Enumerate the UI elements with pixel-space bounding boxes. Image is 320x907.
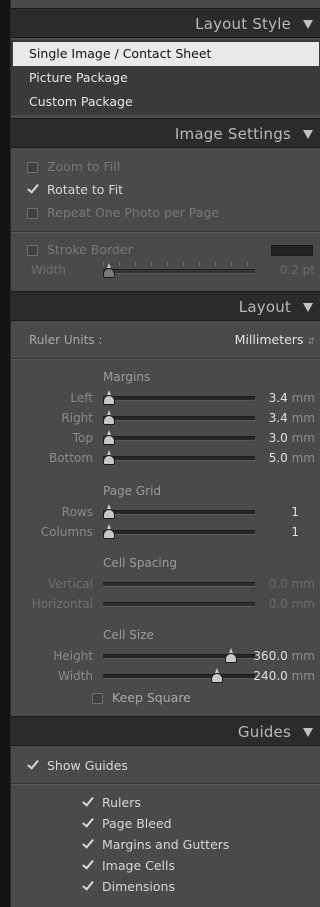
- checkbox-empty-icon[interactable]: [27, 162, 38, 173]
- divider: [11, 232, 320, 233]
- columns-slider-track[interactable]: [103, 530, 255, 535]
- guide-dimensions-label: Dimensions: [102, 879, 175, 894]
- rows-label: Rows: [61, 505, 93, 519]
- cell-size-heading: Cell Size: [103, 628, 154, 642]
- stroke-width-label: Width: [31, 263, 66, 277]
- keep-square-label: Keep Square: [112, 690, 191, 705]
- repeat-one-photo-label: Repeat One Photo per Page: [47, 205, 220, 220]
- cell-height-label: Height: [53, 649, 93, 663]
- margin-top-value[interactable]: 3.0 mm: [259, 430, 315, 446]
- margin-right-slider-track[interactable]: [103, 416, 255, 421]
- margin-left-value[interactable]: 3.4 mm: [259, 390, 315, 406]
- checkmark-icon[interactable]: [82, 858, 94, 870]
- collapse-triangle-icon[interactable]: [303, 20, 313, 29]
- collapse-triangle-icon[interactable]: [303, 728, 313, 737]
- divider: [11, 359, 320, 360]
- rows-value[interactable]: 1: [259, 504, 299, 520]
- margin-left-label: Left: [70, 391, 93, 405]
- image-settings-title: Image Settings: [174, 125, 291, 143]
- collapse-triangle-icon[interactable]: [303, 130, 313, 139]
- vertical-spacing-label: Vertical: [48, 577, 93, 591]
- checkmark-icon[interactable]: [27, 758, 39, 770]
- columns-slider-thumb[interactable]: [103, 524, 115, 539]
- guide-rulers-label: Rulers: [102, 795, 141, 810]
- margin-left-slider-thumb[interactable]: [103, 390, 115, 405]
- vertical-spacing-slider-track[interactable]: [103, 582, 255, 587]
- checkbox-empty-icon[interactable]: [27, 208, 38, 219]
- cell-width-slider-thumb[interactable]: [211, 668, 223, 683]
- divider: [11, 784, 320, 785]
- margin-left-slider-track[interactable]: [103, 396, 255, 401]
- page-grid-heading: Page Grid: [103, 484, 162, 498]
- cell-height-slider-thumb[interactable]: [225, 648, 237, 663]
- rows-slider-track[interactable]: [103, 510, 255, 515]
- checkmark-icon[interactable]: [27, 182, 39, 194]
- columns-value[interactable]: 1: [259, 524, 299, 540]
- checkmark-icon[interactable]: [82, 816, 94, 828]
- stroke-color-swatch[interactable]: [271, 245, 313, 256]
- stroke-width-value[interactable]: 0.2 pt: [259, 262, 315, 278]
- guides-title: Guides: [237, 723, 291, 741]
- stepper-arrows-icon: ⇵: [307, 337, 315, 347]
- stroke-width-slider-track[interactable]: [103, 269, 255, 274]
- ruler-units-label: Ruler Units :: [29, 333, 103, 347]
- margin-right-slider-thumb[interactable]: [103, 410, 115, 425]
- margins-heading: Margins: [103, 370, 151, 384]
- margin-top-slider-track[interactable]: [103, 436, 255, 441]
- show-guides-label: Show Guides: [47, 758, 128, 773]
- horizontal-spacing-slider-track[interactable]: [103, 602, 255, 607]
- cell-height-value[interactable]: 360.0 mm: [251, 648, 315, 664]
- margin-right-value[interactable]: 3.4 mm: [259, 410, 315, 426]
- cell-spacing-heading: Cell Spacing: [103, 556, 177, 570]
- layout-style-single-image[interactable]: Single Image / Contact Sheet: [13, 42, 319, 66]
- print-settings-panel: Layout Style Single Image / Contact Shee…: [10, 0, 320, 907]
- guide-image-cells-label: Image Cells: [102, 858, 175, 873]
- layout-style-custom-package[interactable]: Custom Package: [13, 90, 319, 114]
- layout-title: Layout: [238, 298, 291, 316]
- ruler-units-select[interactable]: Millimeters ⇵: [211, 332, 315, 347]
- margin-bottom-slider-thumb[interactable]: [103, 450, 115, 465]
- vertical-spacing-value[interactable]: 0.0 mm: [259, 576, 315, 592]
- layout-style-list: Single Image / Contact Sheet Picture Pac…: [11, 40, 320, 115]
- margin-bottom-slider-track[interactable]: [103, 456, 255, 461]
- rows-slider-thumb[interactable]: [103, 504, 115, 519]
- margin-top-slider-thumb[interactable]: [103, 430, 115, 445]
- checkmark-icon[interactable]: [82, 879, 94, 891]
- stroke-width-ticks: [103, 262, 255, 266]
- guides-header[interactable]: Guides: [11, 716, 320, 746]
- guide-page-bleed-label: Page Bleed: [102, 816, 172, 831]
- checkbox-empty-icon[interactable]: [92, 693, 103, 704]
- layout-style-header[interactable]: Layout Style: [11, 8, 320, 38]
- margin-bottom-value[interactable]: 5.0 mm: [259, 450, 315, 466]
- horizontal-spacing-label: Horizontal: [31, 597, 93, 611]
- layout-header[interactable]: Layout: [11, 291, 320, 321]
- collapse-triangle-icon[interactable]: [303, 303, 313, 312]
- guide-margins-gutters-label: Margins and Gutters: [102, 837, 230, 852]
- columns-label: Columns: [40, 525, 93, 539]
- zoom-to-fill-label: Zoom to Fill: [47, 159, 121, 174]
- stroke-border-label: Stroke Border: [47, 242, 133, 257]
- checkmark-icon[interactable]: [82, 795, 94, 807]
- horizontal-spacing-value[interactable]: 0.0 mm: [259, 596, 315, 612]
- layout-style-picture-package[interactable]: Picture Package: [13, 66, 319, 90]
- checkbox-empty-icon[interactable]: [27, 245, 38, 256]
- margin-bottom-label: Bottom: [48, 451, 93, 465]
- cell-width-slider-track[interactable]: [103, 674, 255, 679]
- stroke-width-slider-thumb[interactable]: [103, 263, 115, 278]
- rotate-to-fit-label: Rotate to Fit: [47, 182, 124, 197]
- image-settings-header[interactable]: Image Settings: [11, 118, 320, 148]
- margin-top-label: Top: [72, 431, 93, 445]
- cell-width-label: Width: [58, 669, 93, 683]
- margin-right-label: Right: [61, 411, 93, 425]
- ruler-units-value: Millimeters: [234, 332, 304, 347]
- cell-width-value[interactable]: 240.0 mm: [251, 668, 315, 684]
- checkmark-icon[interactable]: [82, 837, 94, 849]
- layout-style-title: Layout Style: [195, 15, 291, 33]
